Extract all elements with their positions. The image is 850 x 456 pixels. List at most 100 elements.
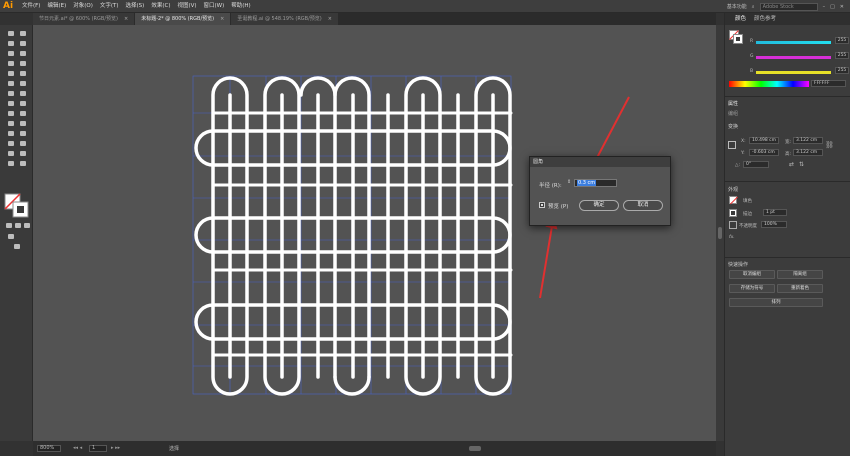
hex-field[interactable]: FFFFFF xyxy=(811,80,846,87)
eraser-tool-icon[interactable] xyxy=(19,80,27,87)
magic-wand-tool-icon[interactable] xyxy=(7,40,15,47)
line-tool-icon[interactable] xyxy=(19,60,27,67)
draw-mode-icon[interactable] xyxy=(7,233,15,240)
scale-tool-icon[interactable] xyxy=(19,90,27,97)
save-as-symbol-button[interactable]: 存储为符号 xyxy=(729,284,775,293)
stock-search-input[interactable]: Adobe Stock xyxy=(759,2,818,11)
shape-builder-tool-icon[interactable] xyxy=(7,110,15,117)
zoom-field[interactable]: 800% xyxy=(37,445,61,452)
screen-mode-icon[interactable] xyxy=(13,243,21,250)
artwork[interactable] xyxy=(33,25,716,441)
color-spectrum[interactable] xyxy=(729,81,809,87)
color-mode-icon[interactable] xyxy=(5,222,13,229)
x-field[interactable]: 10.498 cm xyxy=(749,137,779,144)
fx-label[interactable]: fx. xyxy=(729,235,735,240)
b-value[interactable]: 255 xyxy=(835,67,849,74)
shaper-tool-icon[interactable] xyxy=(7,80,15,87)
arrange-button[interactable]: 排列 xyxy=(729,298,823,307)
menu-object[interactable]: 对象(O) xyxy=(73,0,93,13)
artboard-tool-icon[interactable] xyxy=(7,150,15,157)
perspective-grid-tool-icon[interactable] xyxy=(19,110,27,117)
eyedropper-tool-icon[interactable] xyxy=(7,130,15,137)
horizontal-scrollbar-thumb[interactable] xyxy=(469,446,481,451)
link-icon[interactable]: ⛓ xyxy=(825,141,834,149)
selection-tool-icon[interactable] xyxy=(7,30,15,37)
artboard-number-field[interactable]: 1 xyxy=(89,445,107,452)
isolate-group-button[interactable]: 隔离组 xyxy=(777,270,823,279)
panel-fill-stroke-icon[interactable] xyxy=(729,30,743,44)
minimize-icon[interactable]: – xyxy=(823,4,826,10)
slice-tool-icon[interactable] xyxy=(19,150,27,157)
vertical-scrollbar-thumb[interactable] xyxy=(718,227,722,239)
radius-input[interactable]: 0.3 cm xyxy=(574,179,617,187)
opacity-field[interactable]: 100% xyxy=(761,221,787,228)
menu-edit[interactable]: 编辑(E) xyxy=(47,0,66,13)
column-graph-tool-icon[interactable] xyxy=(19,140,27,147)
g-value[interactable]: 255 xyxy=(835,52,849,59)
tab-color-guide[interactable]: 颜色参考 xyxy=(754,13,776,25)
hand-tool-icon[interactable] xyxy=(7,160,15,167)
r-slider[interactable] xyxy=(756,41,831,44)
width-field[interactable]: 3.122 cm xyxy=(793,137,823,144)
rotate-tool-icon[interactable] xyxy=(7,90,15,97)
angle-field[interactable]: 0° xyxy=(743,161,769,168)
preview-checkbox[interactable] xyxy=(539,202,545,208)
flip-vertical-icon[interactable]: ⇅ xyxy=(799,161,804,168)
close-tab-icon[interactable]: × xyxy=(124,16,128,22)
fill-stroke-swatch-icon[interactable] xyxy=(4,193,30,219)
canvas[interactable] xyxy=(33,25,716,441)
artboard-nav-next-icon[interactable]: ▸ ▸▸ xyxy=(111,445,120,451)
menu-type[interactable]: 文字(T) xyxy=(100,0,119,13)
menu-view[interactable]: 视图(V) xyxy=(177,0,196,13)
maximize-icon[interactable]: □ xyxy=(830,4,835,10)
stroke-swatch[interactable] xyxy=(729,209,737,217)
tab-document-1[interactable]: 节日元素.ai* @ 600% (RGB/预览) × xyxy=(33,13,135,25)
menu-help[interactable]: 帮助(H) xyxy=(231,0,250,13)
rectangle-tool-icon[interactable] xyxy=(7,70,15,77)
y-field[interactable]: -0.603 cm xyxy=(749,149,779,156)
gradient-mode-icon[interactable] xyxy=(14,222,22,229)
close-icon[interactable]: ✕ xyxy=(840,4,844,10)
gradient-tool-icon[interactable] xyxy=(19,120,27,127)
ok-button[interactable]: 确定 xyxy=(579,200,619,211)
vertical-scrollbar[interactable] xyxy=(716,25,724,441)
height-field[interactable]: 3.122 cm xyxy=(793,149,823,156)
pen-tool-icon[interactable] xyxy=(7,50,15,57)
artboard-nav-icon[interactable]: ◂◂ ◂ xyxy=(73,445,82,451)
type-tool-icon[interactable] xyxy=(7,60,15,67)
g-slider[interactable] xyxy=(756,56,831,59)
search-icon[interactable]: ⌕ xyxy=(752,4,755,10)
width-tool-icon[interactable] xyxy=(7,100,15,107)
tab-document-2[interactable]: 未标题-2* @ 800% (RGB/预览) × xyxy=(135,13,231,25)
b-slider[interactable] xyxy=(756,71,831,74)
stroke-weight-field[interactable]: 1 pt xyxy=(763,209,787,216)
recolor-button[interactable]: 重新着色 xyxy=(777,284,823,293)
menu-window[interactable]: 窗口(W) xyxy=(204,0,225,13)
tab-document-3[interactable]: 圣诞教程.ai @ 548.19% (RGB/预览) × xyxy=(231,13,338,25)
direct-selection-tool-icon[interactable] xyxy=(19,30,27,37)
mesh-tool-icon[interactable] xyxy=(7,120,15,127)
fill-swatch[interactable] xyxy=(729,196,738,205)
close-tab-icon[interactable]: × xyxy=(220,16,224,22)
paintbrush-tool-icon[interactable] xyxy=(19,70,27,77)
r-value[interactable]: 255 xyxy=(835,37,849,44)
ungroup-button[interactable]: 取消编组 xyxy=(729,270,775,279)
lasso-tool-icon[interactable] xyxy=(19,40,27,47)
menu-effect[interactable]: 效果(C) xyxy=(151,0,170,13)
tab-color[interactable]: 颜色 xyxy=(735,13,746,25)
blend-tool-icon[interactable] xyxy=(19,130,27,137)
none-mode-icon[interactable] xyxy=(23,222,31,229)
reference-point-icon[interactable] xyxy=(728,141,736,149)
cancel-button[interactable]: 取消 xyxy=(623,200,663,211)
zoom-tool-icon[interactable] xyxy=(19,160,27,167)
symbol-sprayer-tool-icon[interactable] xyxy=(7,140,15,147)
workspace-switcher[interactable]: 基本功能 xyxy=(727,3,747,10)
close-tab-icon[interactable]: × xyxy=(328,16,332,22)
menu-select[interactable]: 选择(S) xyxy=(126,0,145,13)
menu-file[interactable]: 文件(F) xyxy=(22,0,40,13)
free-transform-tool-icon[interactable] xyxy=(19,100,27,107)
flip-horizontal-icon[interactable]: ⇄ xyxy=(789,161,794,168)
curvature-tool-icon[interactable] xyxy=(19,50,27,57)
dialog-title[interactable]: 圆角 xyxy=(530,157,670,167)
radius-stepper-icon[interactable]: ⇕ xyxy=(567,179,571,185)
